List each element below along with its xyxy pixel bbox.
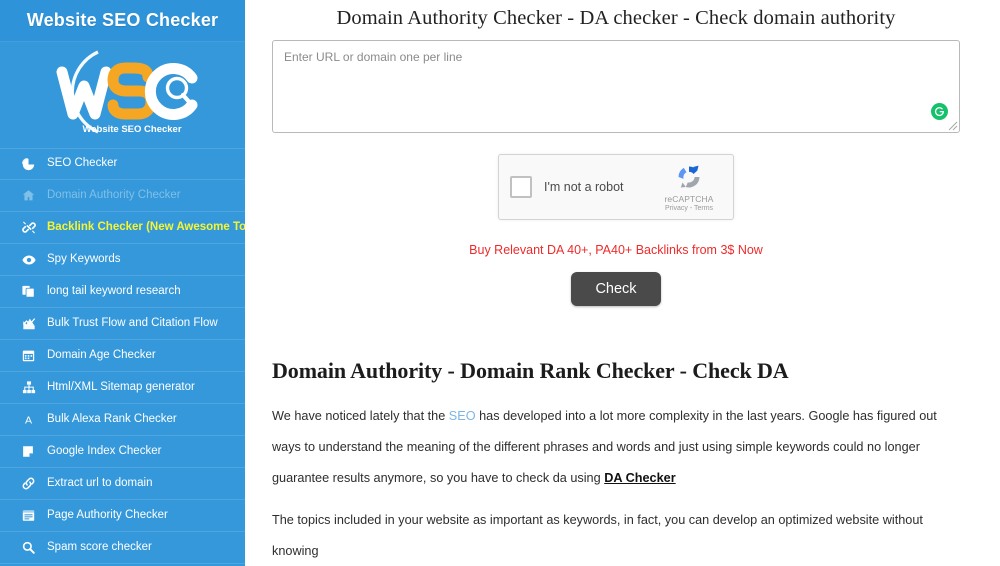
magnifier-icon bbox=[22, 541, 40, 555]
recaptcha-label: I'm not a robot bbox=[544, 180, 624, 194]
letter-a-icon: A bbox=[22, 413, 40, 427]
sidebar-item-label: Spy Keywords bbox=[47, 252, 121, 265]
recaptcha-row: I'm not a robot reCAPTCHA Privacy - Term… bbox=[272, 154, 960, 220]
page-title: Domain Authority Checker - DA checker - … bbox=[336, 7, 896, 29]
sidebar-item-spam-score-checker[interactable]: Spam score checker bbox=[0, 532, 245, 564]
sidebar-item-label: Backlink Checker (New Awesome Tool) bbox=[47, 220, 245, 233]
calendar-icon bbox=[22, 349, 40, 363]
sidebar-item-label: Domain Age Checker bbox=[47, 348, 156, 361]
logo-tagline: Website SEO Checker bbox=[82, 124, 181, 135]
grammarly-icon[interactable] bbox=[931, 103, 948, 120]
sidebar-item-label: Google Index Checker bbox=[47, 444, 162, 457]
article-paragraph-2: The topics included in your website as i… bbox=[272, 513, 923, 558]
sidebar-item-google-index-checker[interactable]: Google Index Checker bbox=[0, 436, 245, 468]
check-row: Check bbox=[272, 272, 960, 306]
sidebar-menu: SEO Checker Domain Authority Checker Bac… bbox=[0, 148, 245, 564]
sidebar-item-bulk-trust-flow[interactable]: Bulk Trust Flow and Citation Flow bbox=[0, 308, 245, 340]
article-paragraph-1: We have noticed lately that the SEO has … bbox=[272, 401, 960, 494]
sticky-note-icon bbox=[22, 445, 40, 459]
da-checker-link[interactable]: DA Checker bbox=[604, 471, 675, 485]
brand-title: Website SEO Checker bbox=[26, 10, 219, 30]
wsc-logo-icon: Website SEO Checker bbox=[56, 50, 198, 135]
sidebar-item-label: Bulk Trust Flow and Citation Flow bbox=[47, 316, 218, 329]
article-section: Domain Authority - Domain Rank Checker -… bbox=[272, 358, 960, 566]
sidebar-item-label: Page Authority Checker bbox=[47, 508, 168, 521]
promo-link[interactable]: Buy Relevant DA 40+, PA40+ Backlinks fro… bbox=[272, 243, 960, 257]
sidebar-item-label: long tail keyword research bbox=[47, 284, 181, 297]
seo-link[interactable]: SEO bbox=[449, 409, 476, 423]
check-button[interactable]: Check bbox=[571, 272, 661, 306]
sitemap-icon bbox=[22, 381, 40, 395]
recaptcha-terms[interactable]: Privacy - Terms bbox=[657, 205, 721, 212]
sidebar-item-label: Spam score checker bbox=[47, 540, 152, 553]
copy-documents-icon bbox=[22, 285, 40, 299]
logo: Website SEO Checker bbox=[0, 42, 245, 146]
textarea-resize-handle[interactable] bbox=[946, 119, 958, 131]
chain-link-icon bbox=[22, 477, 40, 491]
sidebar-header: Website SEO Checker bbox=[0, 0, 245, 42]
url-input-wrapper bbox=[272, 40, 960, 133]
home-icon bbox=[22, 189, 40, 203]
sidebar-item-page-authority-checker[interactable]: Page Authority Checker bbox=[0, 500, 245, 532]
file-lines-icon bbox=[22, 509, 40, 523]
sidebar-item-spy-keywords[interactable]: Spy Keywords bbox=[0, 244, 245, 276]
broken-link-icon bbox=[22, 221, 40, 235]
eye-icon bbox=[22, 253, 40, 267]
sidebar-item-extract-url-to-domain[interactable]: Extract url to domain bbox=[0, 468, 245, 500]
sidebar-item-domain-age-checker[interactable]: Domain Age Checker bbox=[0, 340, 245, 372]
sidebar-item-backlink-checker[interactable]: Backlink Checker (New Awesome Tool) bbox=[0, 212, 245, 244]
sidebar-item-sitemap-generator[interactable]: Html/XML Sitemap generator bbox=[0, 372, 245, 404]
recaptcha-checkbox[interactable] bbox=[510, 176, 532, 198]
app-root: Website SEO Checker Website SEO Checker bbox=[0, 0, 1000, 566]
url-input[interactable] bbox=[272, 40, 960, 133]
sidebar-item-bulk-alexa-rank-checker[interactable]: A Bulk Alexa Rank Checker bbox=[0, 404, 245, 436]
sidebar-item-label: Html/XML Sitemap generator bbox=[47, 380, 195, 393]
sidebar-item-domain-authority-checker[interactable]: Domain Authority Checker bbox=[0, 180, 245, 212]
line-chart-icon bbox=[22, 317, 40, 331]
recaptcha-logo-icon bbox=[678, 165, 700, 187]
pie-chart-icon bbox=[22, 157, 40, 171]
main-content: Domain Authority Checker - DA checker - … bbox=[245, 0, 1000, 566]
sidebar-item-seo-checker[interactable]: SEO Checker bbox=[0, 148, 245, 180]
sidebar-item-long-tail-keyword-research[interactable]: long tail keyword research bbox=[0, 276, 245, 308]
sidebar: Website SEO Checker Website SEO Checker bbox=[0, 0, 245, 566]
recaptcha-brand-name: reCAPTCHA bbox=[664, 193, 714, 204]
sidebar-item-label: Domain Authority Checker bbox=[47, 188, 181, 201]
sidebar-item-label: Bulk Alexa Rank Checker bbox=[47, 412, 177, 425]
sidebar-item-label: Extract url to domain bbox=[47, 476, 153, 489]
svg-text:A: A bbox=[25, 415, 33, 426]
recaptcha-brand: reCAPTCHA Privacy - Terms bbox=[657, 163, 721, 212]
article-title: Domain Authority - Domain Rank Checker -… bbox=[272, 358, 789, 383]
recaptcha-widget[interactable]: I'm not a robot reCAPTCHA Privacy - Term… bbox=[498, 154, 734, 220]
article-p1-before: We have noticed lately that the bbox=[272, 409, 449, 423]
sidebar-item-label: SEO Checker bbox=[47, 157, 118, 170]
